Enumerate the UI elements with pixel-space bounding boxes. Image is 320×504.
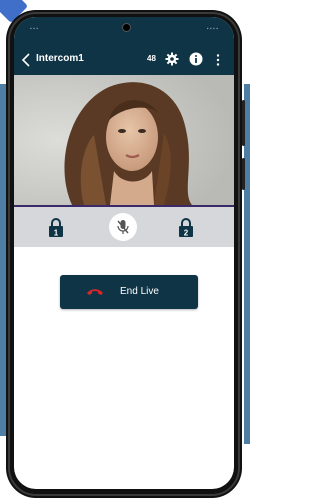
more-vert-icon[interactable] <box>215 53 221 67</box>
status-left-indicators: ▪ ▪ ▪ <box>30 26 39 32</box>
end-live-label: End Live <box>120 286 159 297</box>
count-badge: 48 <box>147 54 156 63</box>
video-frame <box>14 75 234 205</box>
lock-1-number: 1 <box>54 229 59 238</box>
status-bar: ▪ ▪ ▪ ▪ ▪ ▪ ▪ <box>14 17 234 45</box>
gear-icon[interactable] <box>165 52 179 66</box>
mic-off-icon <box>117 220 129 234</box>
lock-2-icon[interactable]: 2 <box>178 217 194 237</box>
power-button <box>242 158 245 190</box>
end-live-button[interactable]: End Live <box>60 275 198 309</box>
info-icon[interactable] <box>189 52 203 66</box>
live-video-feed <box>14 75 234 205</box>
volume-button <box>242 100 245 146</box>
app-bar: Intercom1 48 <box>14 45 234 75</box>
door-controls: 1 2 <box>14 207 234 247</box>
status-right-indicators: ▪ ▪ ▪ ▪ <box>206 26 218 32</box>
lock-1-icon[interactable]: 1 <box>48 217 64 237</box>
lock-2-number: 2 <box>184 229 189 238</box>
chevron-left-icon[interactable] <box>20 52 34 68</box>
phone-frame: ▪ ▪ ▪ ▪ ▪ ▪ ▪ Intercom1 48 1 2 End Live <box>6 10 245 498</box>
page-title: Intercom1 <box>36 53 84 64</box>
phone-screen: ▪ ▪ ▪ ▪ ▪ ▪ ▪ Intercom1 48 1 2 End Live <box>14 17 234 489</box>
phone-hangup-icon <box>87 289 103 295</box>
front-camera <box>123 24 130 31</box>
mic-toggle-button[interactable] <box>109 213 137 241</box>
